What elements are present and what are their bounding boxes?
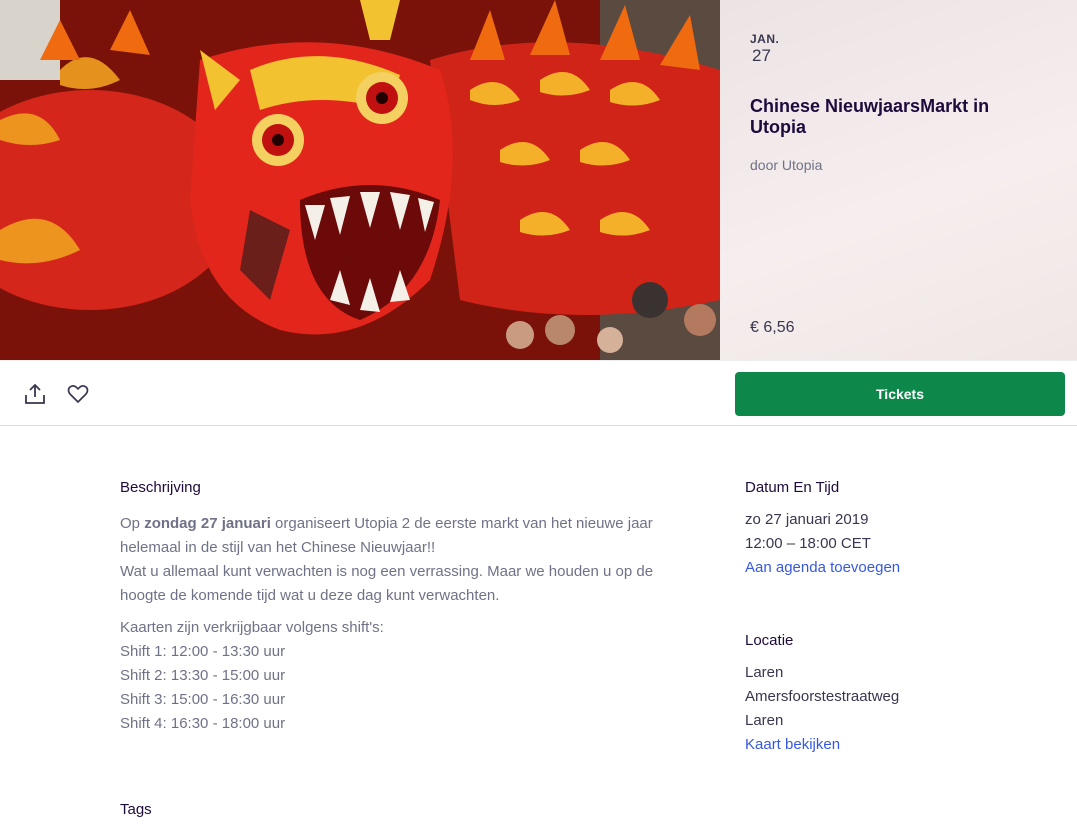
location-street: Amersfoorstestraatweg bbox=[745, 688, 900, 705]
dragon-illustration bbox=[0, 0, 720, 360]
view-map-link[interactable]: Kaart bekijken bbox=[745, 733, 899, 757]
description-body: Op zondag 27 januari organiseert Utopia … bbox=[120, 512, 660, 744]
shift-item: Shift 4: 16:30 - 18:00 uur bbox=[120, 715, 286, 732]
datetime-heading: Datum En Tijd bbox=[745, 479, 840, 496]
like-button[interactable] bbox=[65, 381, 91, 407]
shift-item: Shift 2: 13:30 - 15:00 uur bbox=[120, 667, 286, 684]
event-price: € 6,56 bbox=[750, 319, 795, 336]
shift-item: Shift 1: 12:00 - 13:30 uur bbox=[120, 643, 286, 660]
event-title: Chinese NieuwjaarsMarkt in Utopia bbox=[750, 96, 990, 137]
description-intro-bold: zondag 27 januari bbox=[144, 515, 271, 532]
event-date-month: JAN. bbox=[750, 32, 780, 46]
location-line: Laren bbox=[745, 664, 784, 681]
location-city: Laren bbox=[745, 712, 784, 729]
add-to-calendar-link[interactable]: Aan agenda toevoegen bbox=[745, 556, 900, 580]
tickets-button[interactable]: Tickets bbox=[735, 372, 1065, 416]
description-intro: Op zondag 27 januari organiseert Utopia … bbox=[120, 512, 660, 608]
share-icon bbox=[25, 383, 45, 404]
action-bar: Tickets bbox=[0, 360, 1077, 426]
event-date-day: 27 bbox=[752, 46, 771, 65]
event-image-chinese-dragon bbox=[0, 0, 720, 360]
event-hero: JAN. 27 Chinese NieuwjaarsMarkt in Utopi… bbox=[0, 0, 1077, 360]
event-organizer: door Utopia bbox=[750, 157, 823, 173]
description-shifts: Kaarten zijn verkrijgbaar volgens shift'… bbox=[120, 616, 660, 736]
event-summary-panel: JAN. 27 Chinese NieuwjaarsMarkt in Utopi… bbox=[720, 0, 1077, 360]
shifts-intro: Kaarten zijn verkrijgbaar volgens shift'… bbox=[120, 619, 384, 636]
description-intro-line2: Wat u allemaal kunt verwachten is nog ee… bbox=[120, 563, 654, 604]
location-heading: Locatie bbox=[745, 632, 794, 649]
heart-icon bbox=[67, 385, 89, 403]
description-intro-prefix: Op bbox=[120, 515, 145, 532]
share-button[interactable] bbox=[22, 381, 48, 407]
event-date: zo 27 januari 2019 bbox=[745, 511, 869, 528]
location-block: Laren Amersfoorstestraatweg Laren Kaart … bbox=[745, 661, 899, 757]
event-time: 12:00 – 18:00 CET bbox=[745, 535, 871, 552]
datetime-block: zo 27 januari 2019 12:00 – 18:00 CET Aan… bbox=[745, 508, 900, 580]
shift-item: Shift 3: 15:00 - 16:30 uur bbox=[120, 691, 286, 708]
tags-heading: Tags bbox=[120, 801, 152, 818]
description-heading: Beschrijving bbox=[120, 479, 201, 496]
